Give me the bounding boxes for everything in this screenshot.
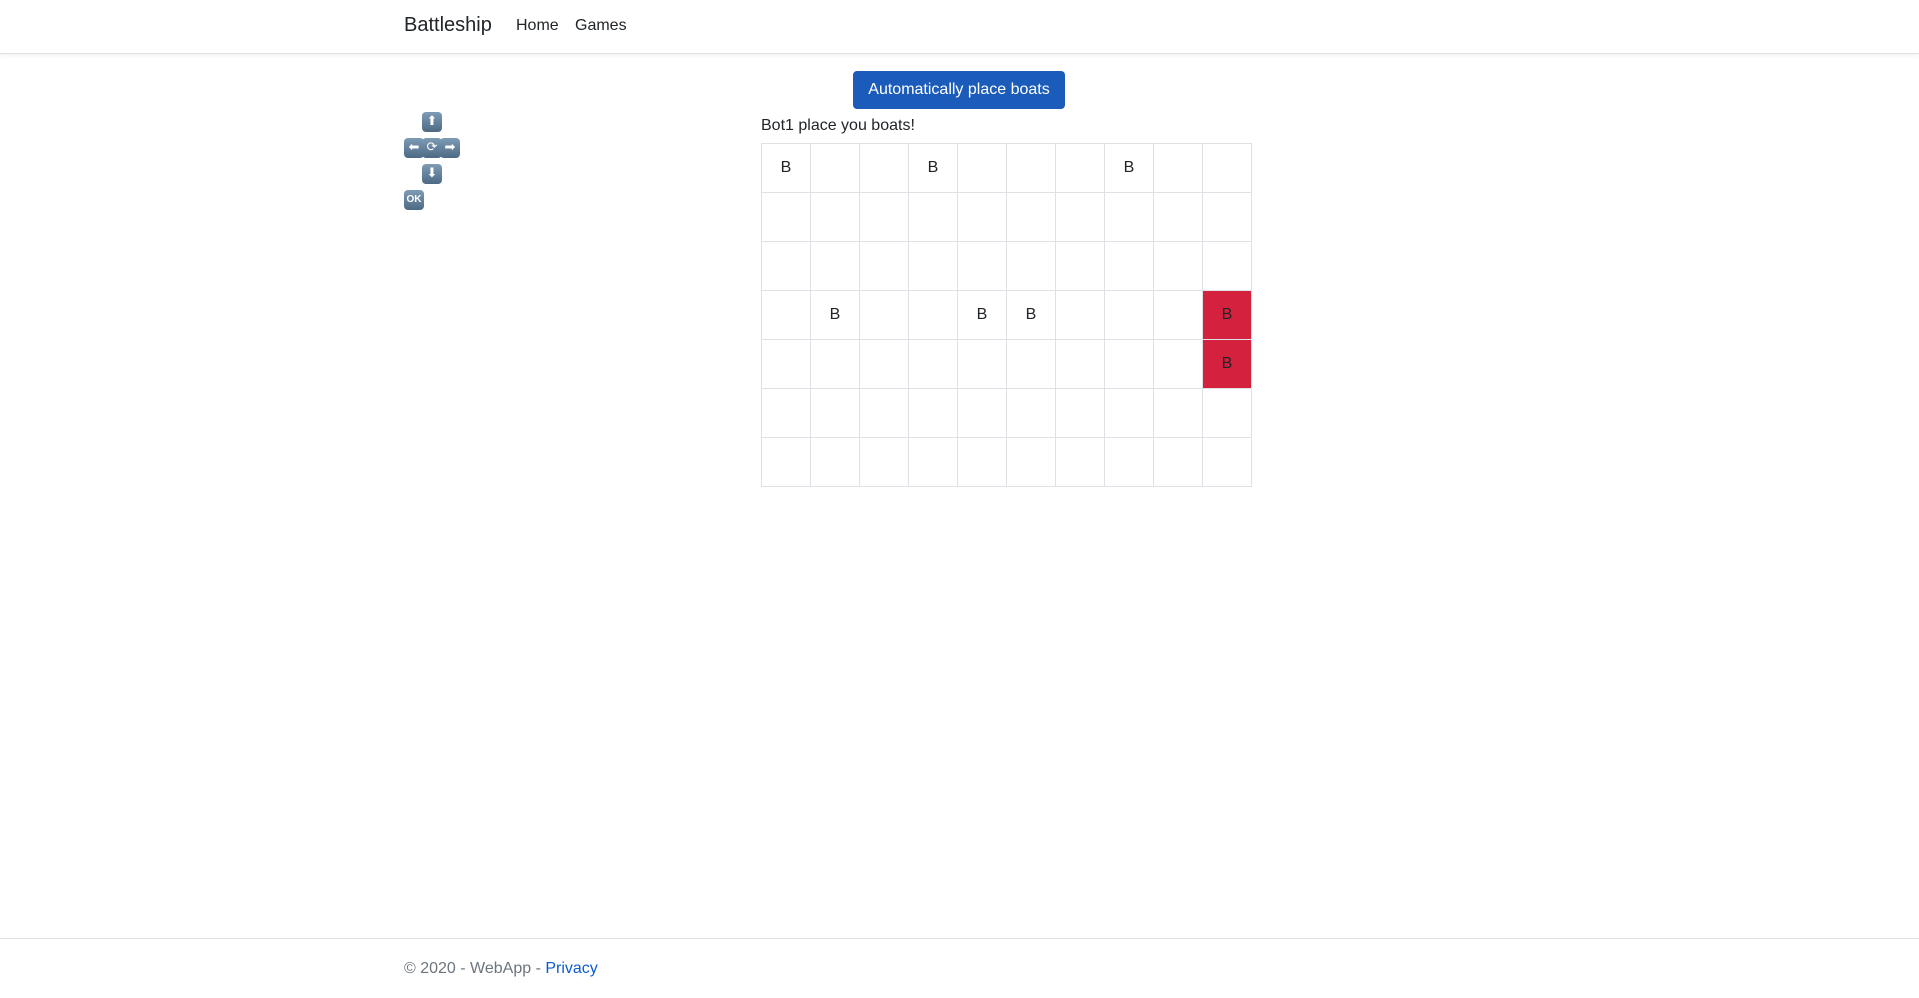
board-cell[interactable] [1055,241,1105,291]
board-row [761,241,1252,291]
board-row [761,437,1252,487]
nav-games-link[interactable]: Games [575,17,627,35]
board-cell[interactable] [1202,437,1252,487]
board-cell[interactable] [1055,339,1105,389]
board-cell[interactable] [1202,143,1252,193]
board-cell[interactable] [859,437,909,487]
board-cell[interactable] [1104,437,1154,487]
board-cell[interactable] [1055,388,1105,438]
board-cell[interactable] [761,290,811,340]
move-up-icon[interactable]: ⬆ [422,112,442,132]
move-down-icon[interactable]: ⬇ [422,164,442,184]
battleship-board: BBBBBBBB [761,143,1252,487]
board-cell[interactable] [957,339,1007,389]
board-cell[interactable]: B [761,143,811,193]
board-cell[interactable]: B [957,290,1007,340]
navbar: Battleship Home Games [0,0,1919,54]
board-cell[interactable] [859,192,909,242]
board-cell[interactable] [908,339,958,389]
board-cell[interactable] [1153,290,1203,340]
board-cell[interactable]: B [908,143,958,193]
board-cell[interactable] [1153,192,1203,242]
board-cell[interactable] [957,192,1007,242]
board-cell[interactable] [957,241,1007,291]
board-cell[interactable] [1055,437,1105,487]
confirm-ok-icon[interactable]: OK [404,190,424,210]
board-cell[interactable] [1104,241,1154,291]
board-cell[interactable] [859,290,909,340]
board-cell[interactable] [761,437,811,487]
place-boats-prompt: Bot1 place you boats! [761,117,915,134]
board-cell[interactable] [859,143,909,193]
move-left-icon[interactable]: ⬅ [404,138,424,158]
board-cell[interactable] [1055,143,1105,193]
board-row: B [761,339,1252,389]
board-cell[interactable] [1202,388,1252,438]
board-row [761,388,1252,438]
privacy-link[interactable]: Privacy [545,960,597,977]
board-cell[interactable] [957,143,1007,193]
footer-copyright: © 2020 - WebApp - [404,960,546,977]
board-cell[interactable] [1055,192,1105,242]
board-cell[interactable] [957,437,1007,487]
board-cell[interactable] [908,437,958,487]
board-cell[interactable]: B [1104,143,1154,193]
board-cell[interactable] [908,241,958,291]
board-cell[interactable] [1104,388,1154,438]
board-cell[interactable] [1006,192,1056,242]
board-cell[interactable] [1153,437,1203,487]
footer: © 2020 - WebApp - Privacy [0,938,1919,998]
board-cell[interactable] [761,339,811,389]
board-cell[interactable] [908,290,958,340]
board-cell[interactable] [1055,290,1105,340]
board-cell[interactable] [1006,339,1056,389]
nav-home-link[interactable]: Home [516,17,559,35]
board-cell[interactable] [908,388,958,438]
board-cell[interactable] [1006,437,1056,487]
board-row [761,192,1252,242]
board-cell[interactable] [1104,290,1154,340]
board-cell[interactable] [859,388,909,438]
board-cell[interactable]: B [1006,290,1056,340]
board-cell[interactable] [810,388,860,438]
board-cell[interactable] [810,192,860,242]
board-cell[interactable]: B [1202,339,1252,389]
board-cell[interactable] [1006,388,1056,438]
board-cell[interactable] [859,339,909,389]
board-cell[interactable] [810,437,860,487]
board-cell[interactable] [1006,143,1056,193]
rotate-icon[interactable]: ⟳ [422,138,442,158]
board-cell[interactable] [761,388,811,438]
board-cell[interactable] [810,339,860,389]
board-cell[interactable] [1153,241,1203,291]
board-cell[interactable] [1104,339,1154,389]
board-cell[interactable] [908,192,958,242]
board-cell[interactable]: B [1202,290,1252,340]
board-cell[interactable] [1153,143,1203,193]
board-cell[interactable] [859,241,909,291]
board-cell[interactable] [1153,339,1203,389]
board-cell[interactable] [1202,192,1252,242]
board-cell[interactable] [1104,192,1154,242]
footer-text: © 2020 - WebApp - Privacy [404,960,598,978]
auto-place-boats-button[interactable]: Automatically place boats [853,71,1065,109]
board-cell[interactable] [1006,241,1056,291]
board-row: BBB [761,143,1252,193]
board-row: BBBB [761,290,1252,340]
board-cell[interactable] [810,241,860,291]
board-cell[interactable] [957,388,1007,438]
board-cell[interactable] [761,241,811,291]
board-cell[interactable]: B [810,290,860,340]
board-cell[interactable] [810,143,860,193]
board-cell[interactable] [1153,388,1203,438]
move-right-icon[interactable]: ➡ [440,138,460,158]
board-cell[interactable] [1202,241,1252,291]
brand-link[interactable]: Battleship [404,14,492,37]
board-cell[interactable] [761,192,811,242]
